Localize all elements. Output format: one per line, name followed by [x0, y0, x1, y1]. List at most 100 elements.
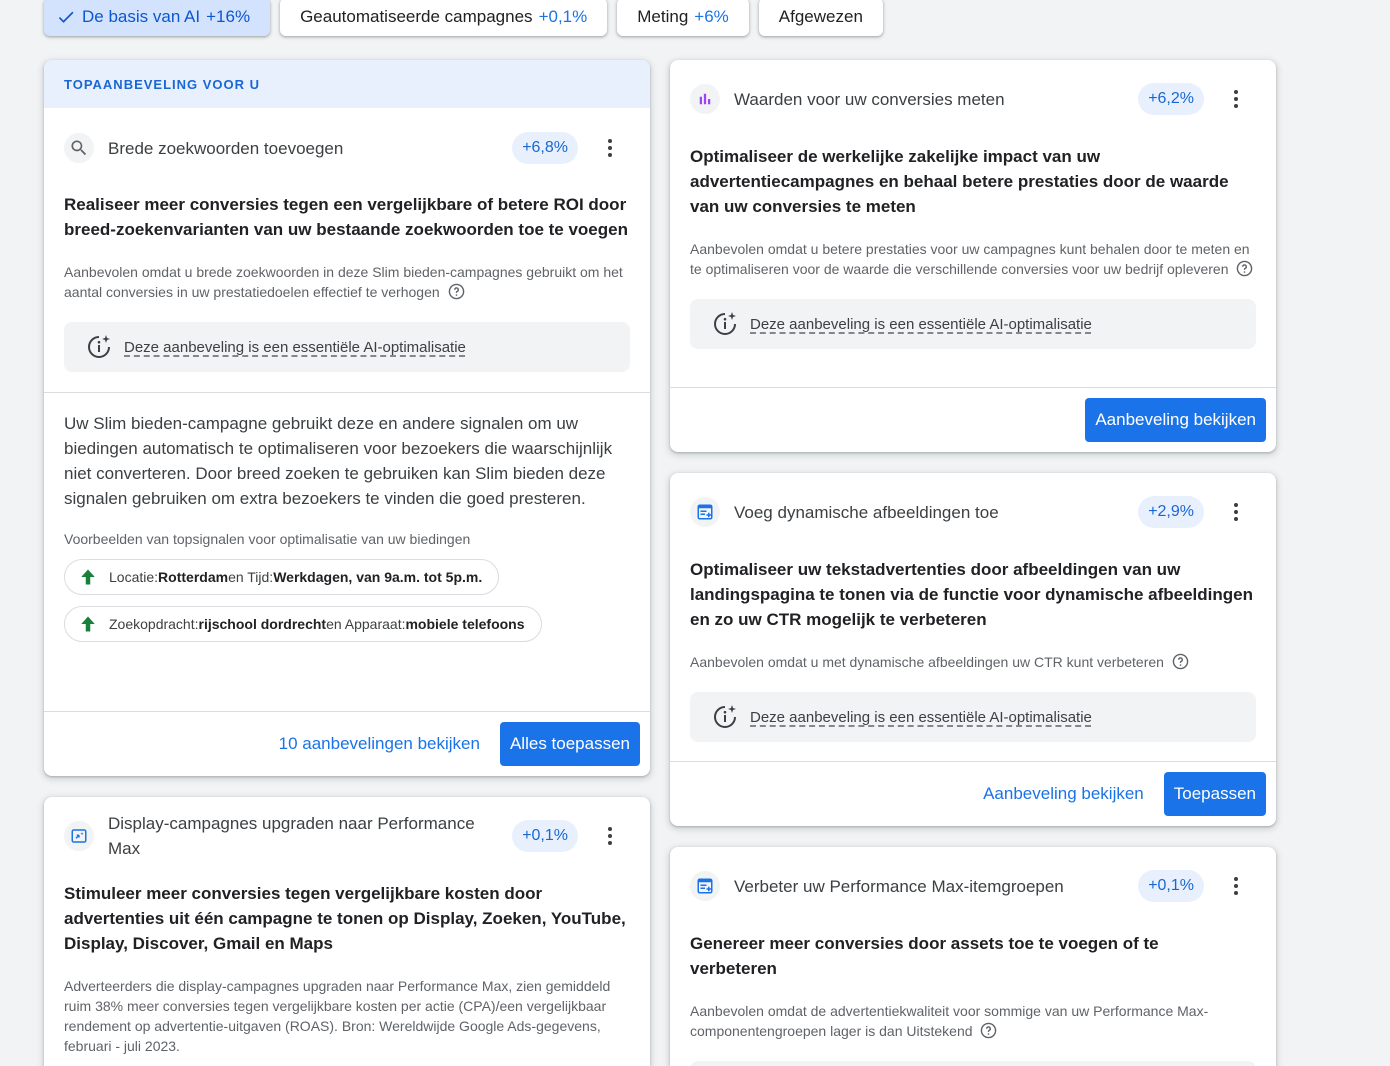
- card-title: Display-campagnes upgraden naar Performa…: [108, 814, 475, 858]
- card-body-text: Uw Slim bieden-campagne gebruikt deze en…: [64, 414, 613, 508]
- view-recommendation-link[interactable]: Aanbeveling bekijken: [983, 784, 1144, 804]
- signal-value: Werkdagen, van 9a.m. tot 5p.m.: [273, 569, 483, 585]
- help-icon[interactable]: [1172, 653, 1189, 670]
- card-title: Brede zoekwoorden toevoegen: [108, 138, 344, 158]
- divider: [670, 761, 1276, 762]
- chip-measurement[interactable]: Meting +6%: [617, 0, 749, 36]
- top-recommendation-card: TOPAANBEVELING VOOR U Brede zoekwoorden …: [44, 60, 650, 776]
- view-recommendations-link[interactable]: 10 aanbevelingen bekijken: [279, 734, 480, 754]
- view-recommendation-button[interactable]: Aanbeveling bekijken: [1085, 398, 1266, 442]
- performance-max-icon: [64, 821, 94, 851]
- chip-delta: +0,1%: [538, 7, 588, 26]
- uplift-badge: +0,1%: [512, 820, 578, 852]
- card-header: Display-campagnes upgraden naar Performa…: [44, 797, 650, 875]
- uplift-badge: +0,1%: [1138, 870, 1204, 902]
- display-upgrade-card: Display-campagnes upgraden naar Performa…: [44, 797, 650, 1066]
- ai-essential-note-text: Deze aanbeveling is een essentiële AI-op…: [750, 315, 1092, 333]
- card-headline: Optimaliseer de werkelijke zakelijke imp…: [690, 147, 1229, 216]
- signal-list: Locatie: Rotterdam en Tijd: Werkdagen, v…: [44, 559, 650, 595]
- ai-essential-note-text: Deze aanbeveling is een essentiële AI-op…: [124, 338, 466, 356]
- signal-chip: Locatie: Rotterdam en Tijd: Werkdagen, v…: [64, 559, 500, 595]
- card-headline: Genereer meer conversies door assets toe…: [690, 934, 1159, 978]
- description-text: Aanbevolen omdat u brede zoekwoorden in …: [64, 264, 623, 300]
- card-header: Waarden voor uw conversies meten +6,2%: [670, 60, 1276, 138]
- card-title: Verbeter uw Performance Max-itemgroepen: [734, 876, 1064, 896]
- card-description: Aanbevolen omdat u betere prestaties voo…: [670, 239, 1276, 279]
- signal-key: en Tijd:: [228, 569, 274, 585]
- apply-all-button[interactable]: Alles toepassen: [499, 722, 640, 766]
- card-description: Aanbevolen omdat u met dynamische afbeel…: [670, 652, 1276, 672]
- check-icon: [58, 11, 74, 23]
- arrow-up-icon: [81, 569, 95, 585]
- arrow-up-icon: [81, 616, 95, 632]
- conversion-value-card: Waarden voor uw conversies meten +6,2% O…: [670, 60, 1276, 452]
- bar-chart-icon: [690, 84, 720, 114]
- divider: [670, 387, 1276, 388]
- uplift-badge: +6,8%: [512, 132, 578, 164]
- help-icon[interactable]: [448, 283, 465, 300]
- signal-value: Rotterdam: [158, 569, 229, 585]
- chip-label: Meting: [637, 7, 689, 26]
- card-headline: Optimaliseer uw tekstadvertenties door a…: [690, 560, 1253, 629]
- signal-key: Zoekopdracht:: [109, 616, 199, 632]
- card-description: Aanbevolen omdat u brede zoekwoorden in …: [44, 262, 650, 302]
- ai-essential-note-text: Deze aanbeveling is een essentiële AI-op…: [750, 708, 1092, 726]
- search-icon: [64, 133, 94, 163]
- more-options-icon[interactable]: [1216, 492, 1256, 532]
- pmax-asset-groups-card: Verbeter uw Performance Max-itemgroepen …: [670, 847, 1276, 1066]
- card-footer: Aanbeveling bekijken: [670, 398, 1276, 442]
- card-title: Waarden voor uw conversies meten: [734, 89, 1005, 109]
- signals-title: Voorbeelden van topsignalen voor optimal…: [64, 531, 471, 547]
- ai-essential-note[interactable]: Deze aanbeveling is een essentiële AI-op…: [690, 299, 1256, 349]
- dynamic-images-icon: [690, 497, 720, 527]
- uplift-badge: +2,9%: [1138, 496, 1204, 528]
- signal-key: Locatie:: [109, 569, 159, 585]
- chip-label: De basis van AI: [82, 7, 201, 26]
- card-description: Adverteerders die display-campagnes upgr…: [64, 978, 611, 1054]
- asset-group-icon: [690, 871, 720, 901]
- card-header: Verbeter uw Performance Max-itemgroepen …: [670, 847, 1276, 925]
- filter-chips: De basis van AI +16% Geautomatiseerde ca…: [44, 0, 883, 36]
- more-options-icon[interactable]: [1216, 866, 1256, 906]
- description-text: Aanbevolen omdat u met dynamische afbeel…: [690, 654, 1164, 670]
- signal-chip: Zoekopdracht: rijschool dordrecht en App…: [64, 606, 542, 642]
- chip-label: Geautomatiseerde campagnes: [300, 7, 533, 26]
- divider: [44, 711, 650, 712]
- uplift-badge: +6,2%: [1138, 83, 1204, 115]
- chip-delta: +16%: [206, 7, 251, 26]
- chip-dismissed[interactable]: Afgewezen: [758, 0, 883, 36]
- card-header: Brede zoekwoorden toevoegen +6,8%: [44, 108, 650, 188]
- card-headline: Stimuleer meer conversies tegen vergelij…: [64, 884, 626, 953]
- signal-value: mobiele telefoons: [405, 616, 525, 632]
- dynamic-images-card: Voeg dynamische afbeeldingen toe +2,9% O…: [670, 473, 1276, 826]
- ai-essential-note[interactable]: Deze aanbeveling is een essentiële AI-op…: [64, 322, 630, 372]
- help-icon[interactable]: [980, 1022, 997, 1039]
- ai-essential-note[interactable]: [690, 1061, 1256, 1066]
- chip-automated-campaigns[interactable]: Geautomatiseerde campagnes +0,1%: [280, 0, 608, 36]
- more-options-icon[interactable]: [590, 128, 630, 168]
- card-header: Voeg dynamische afbeeldingen toe +2,9%: [670, 473, 1276, 551]
- apply-button[interactable]: Toepassen: [1163, 772, 1266, 816]
- ai-essential-note[interactable]: Deze aanbeveling is een essentiële AI-op…: [690, 692, 1256, 742]
- divider: [44, 392, 650, 393]
- card-title: Voeg dynamische afbeeldingen toe: [734, 502, 999, 522]
- top-recommendation-banner: TOPAANBEVELING VOOR U: [44, 60, 650, 108]
- ai-sparkle-info-icon: [714, 705, 736, 728]
- more-options-icon[interactable]: [590, 816, 630, 856]
- signal-value: rijschool dordrecht: [198, 616, 327, 632]
- ai-sparkle-info-icon: [88, 335, 110, 358]
- help-icon[interactable]: [1236, 260, 1253, 277]
- card-headline: Realiseer meer conversies tegen een verg…: [64, 195, 628, 239]
- signal-key: en Apparaat:: [326, 616, 406, 632]
- chip-label: Afgewezen: [778, 7, 863, 26]
- ai-sparkle-info-icon: [714, 312, 736, 335]
- card-description: Aanbevolen omdat de advertentiekwaliteit…: [670, 1001, 1276, 1041]
- chip-delta: +6%: [694, 7, 729, 26]
- more-options-icon[interactable]: [1216, 79, 1256, 119]
- description-text: Aanbevolen omdat u betere prestaties voo…: [690, 241, 1250, 277]
- card-footer: Aanbeveling bekijken Toepassen: [670, 772, 1276, 816]
- card-footer: 10 aanbevelingen bekijken Alles toepasse…: [44, 722, 650, 766]
- description-text: Aanbevolen omdat de advertentiekwaliteit…: [690, 1003, 1209, 1039]
- chip-ai-basics[interactable]: De basis van AI +16%: [44, 0, 271, 36]
- signal-list: Zoekopdracht: rijschool dordrecht en App…: [44, 606, 650, 642]
